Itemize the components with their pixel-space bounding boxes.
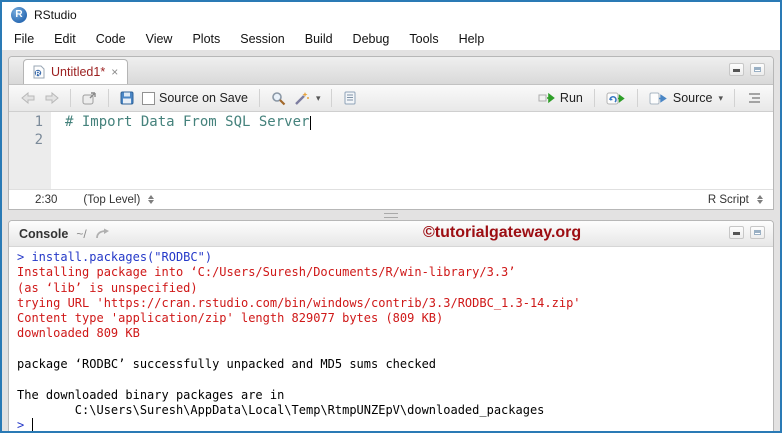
forward-button[interactable] [40,90,63,106]
line-number: 1 [34,114,43,130]
console-line: trying URL 'https://cran.rstudio.com/bin… [17,295,581,310]
popout-icon [82,91,96,104]
outline-icon [749,93,760,103]
menu-item-plots[interactable]: Plots [182,29,230,49]
updown-arrows-icon [148,195,155,205]
title-bar: R RStudio [2,2,780,27]
source-label: Source [672,91,713,105]
line-number-gutter: 12 [9,112,51,189]
tab-untitled1[interactable]: R Untitled1* × [23,59,129,84]
text-cursor [32,418,34,431]
pane-splitter[interactable] [2,210,780,220]
console-line: package ‘RODBC’ successfully unpacked an… [17,357,437,372]
code-tools-button[interactable]: ▾ [290,89,325,108]
tab-label: Untitled1* [51,65,106,79]
document-outline-button[interactable] [742,90,765,106]
maximize-pane-icon[interactable] [750,226,765,239]
scope-selector[interactable]: (Top Level) [83,194,155,206]
run-icon [538,92,555,104]
menu-item-file[interactable]: File [4,29,44,49]
console-line: > [17,418,34,431]
minimize-pane-icon[interactable] [729,226,744,239]
editor-code-area[interactable]: # Import Data From SQL Server [51,112,773,189]
menu-item-session[interactable]: Session [230,29,294,49]
console-title: Console [19,226,69,241]
popout-window-button[interactable] [78,90,101,107]
splitter-grip-icon[interactable] [384,212,398,218]
back-button[interactable] [17,90,40,106]
maximize-pane-icon[interactable] [750,63,765,76]
console-output[interactable]: > install.packages("RODBC") Installing pa… [9,247,773,431]
console-line: The downloaded binary packages are in [17,387,285,402]
scope-label: (Top Level) [83,194,141,206]
source-run-icon [649,92,667,104]
forward-arrow-icon [45,92,59,104]
notebook-icon [344,91,356,105]
menu-item-build[interactable]: Build [295,29,343,49]
console-line: (as ‘lib’ is unspecified) [17,280,198,295]
line-number: 2 [34,132,43,148]
window-title: RStudio [34,7,77,22]
menu-item-help[interactable]: Help [449,29,495,49]
editor-status-bar: 2:30 (Top Level) R Script [9,189,773,209]
find-replace-button[interactable] [267,89,290,108]
chevron-down-icon[interactable]: ▾ [718,93,723,104]
console-line: > install.packages("RODBC") [17,250,213,264]
r-file-icon: R [33,65,45,79]
watermark: ©tutorialgateway.org [423,224,582,241]
menu-bar: File Edit Code View Plots Session Build Debug To… [2,27,780,50]
working-directory: ~/ [76,226,87,241]
minimize-pane-icon[interactable] [729,63,744,76]
workspace: R Untitled1* × Source on Save ▾ Run Sour… [2,50,780,431]
goto-directory-icon[interactable] [95,228,111,240]
source-button[interactable]: Source ▾ [645,89,727,107]
console-header: Console ~/ ©tutorialgateway.org [9,221,773,247]
console-pane: Console ~/ ©tutorialgateway.org > instal… [8,220,774,431]
save-icon [120,91,134,105]
compile-report-button[interactable] [339,89,361,107]
menu-item-tools[interactable]: Tools [399,29,448,49]
tab-close-icon[interactable]: × [111,66,118,78]
console-line: Installing package into ‘C:/Users/Suresh… [17,265,516,280]
text-cursor [310,116,312,130]
rerun-icon [606,92,625,104]
rstudio-window: R RStudio File Edit Code View Plots Session Bu… [0,0,782,433]
source-on-save-checkbox[interactable]: Source on Save [138,89,252,107]
rerun-button[interactable] [602,90,630,107]
console-line: Content type 'application/zip' length 82… [17,311,444,326]
file-type-label: R Script [707,194,749,206]
run-label: Run [559,91,583,105]
updown-arrows-icon [757,195,763,205]
file-type-selector[interactable]: R Script [708,194,763,206]
source-on-save-label: Source on Save [159,91,248,105]
magic-wand-icon [295,91,309,105]
console-line: downloaded 809 KB [17,326,140,341]
cursor-position[interactable]: 2:30 [35,194,57,206]
rstudio-logo-icon: R [11,6,27,23]
menu-item-view[interactable]: View [136,29,183,49]
menu-item-debug[interactable]: Debug [343,29,400,49]
menu-item-edit[interactable]: Edit [44,29,86,49]
chevron-down-icon: ▾ [315,92,321,103]
menu-item-code[interactable]: Code [86,29,136,49]
console-line: C:\Users\Suresh\AppData\Local\Temp\RtmpU… [17,402,545,417]
run-button[interactable]: Run [534,89,587,107]
source-pane: R Untitled1* × Source on Save ▾ Run Sour… [8,56,774,210]
svg-text:R: R [36,71,41,78]
code-line: # Import Data From SQL Server [65,114,312,130]
save-button[interactable] [116,89,138,107]
back-arrow-icon [21,92,35,104]
checkbox-icon[interactable] [142,91,155,105]
search-icon [272,91,286,105]
source-tab-strip: R Untitled1* × [9,57,773,85]
source-toolbar: Source on Save ▾ Run Source ▾ [9,85,773,112]
code-editor[interactable]: 12 # Import Data From SQL Server [9,112,773,189]
